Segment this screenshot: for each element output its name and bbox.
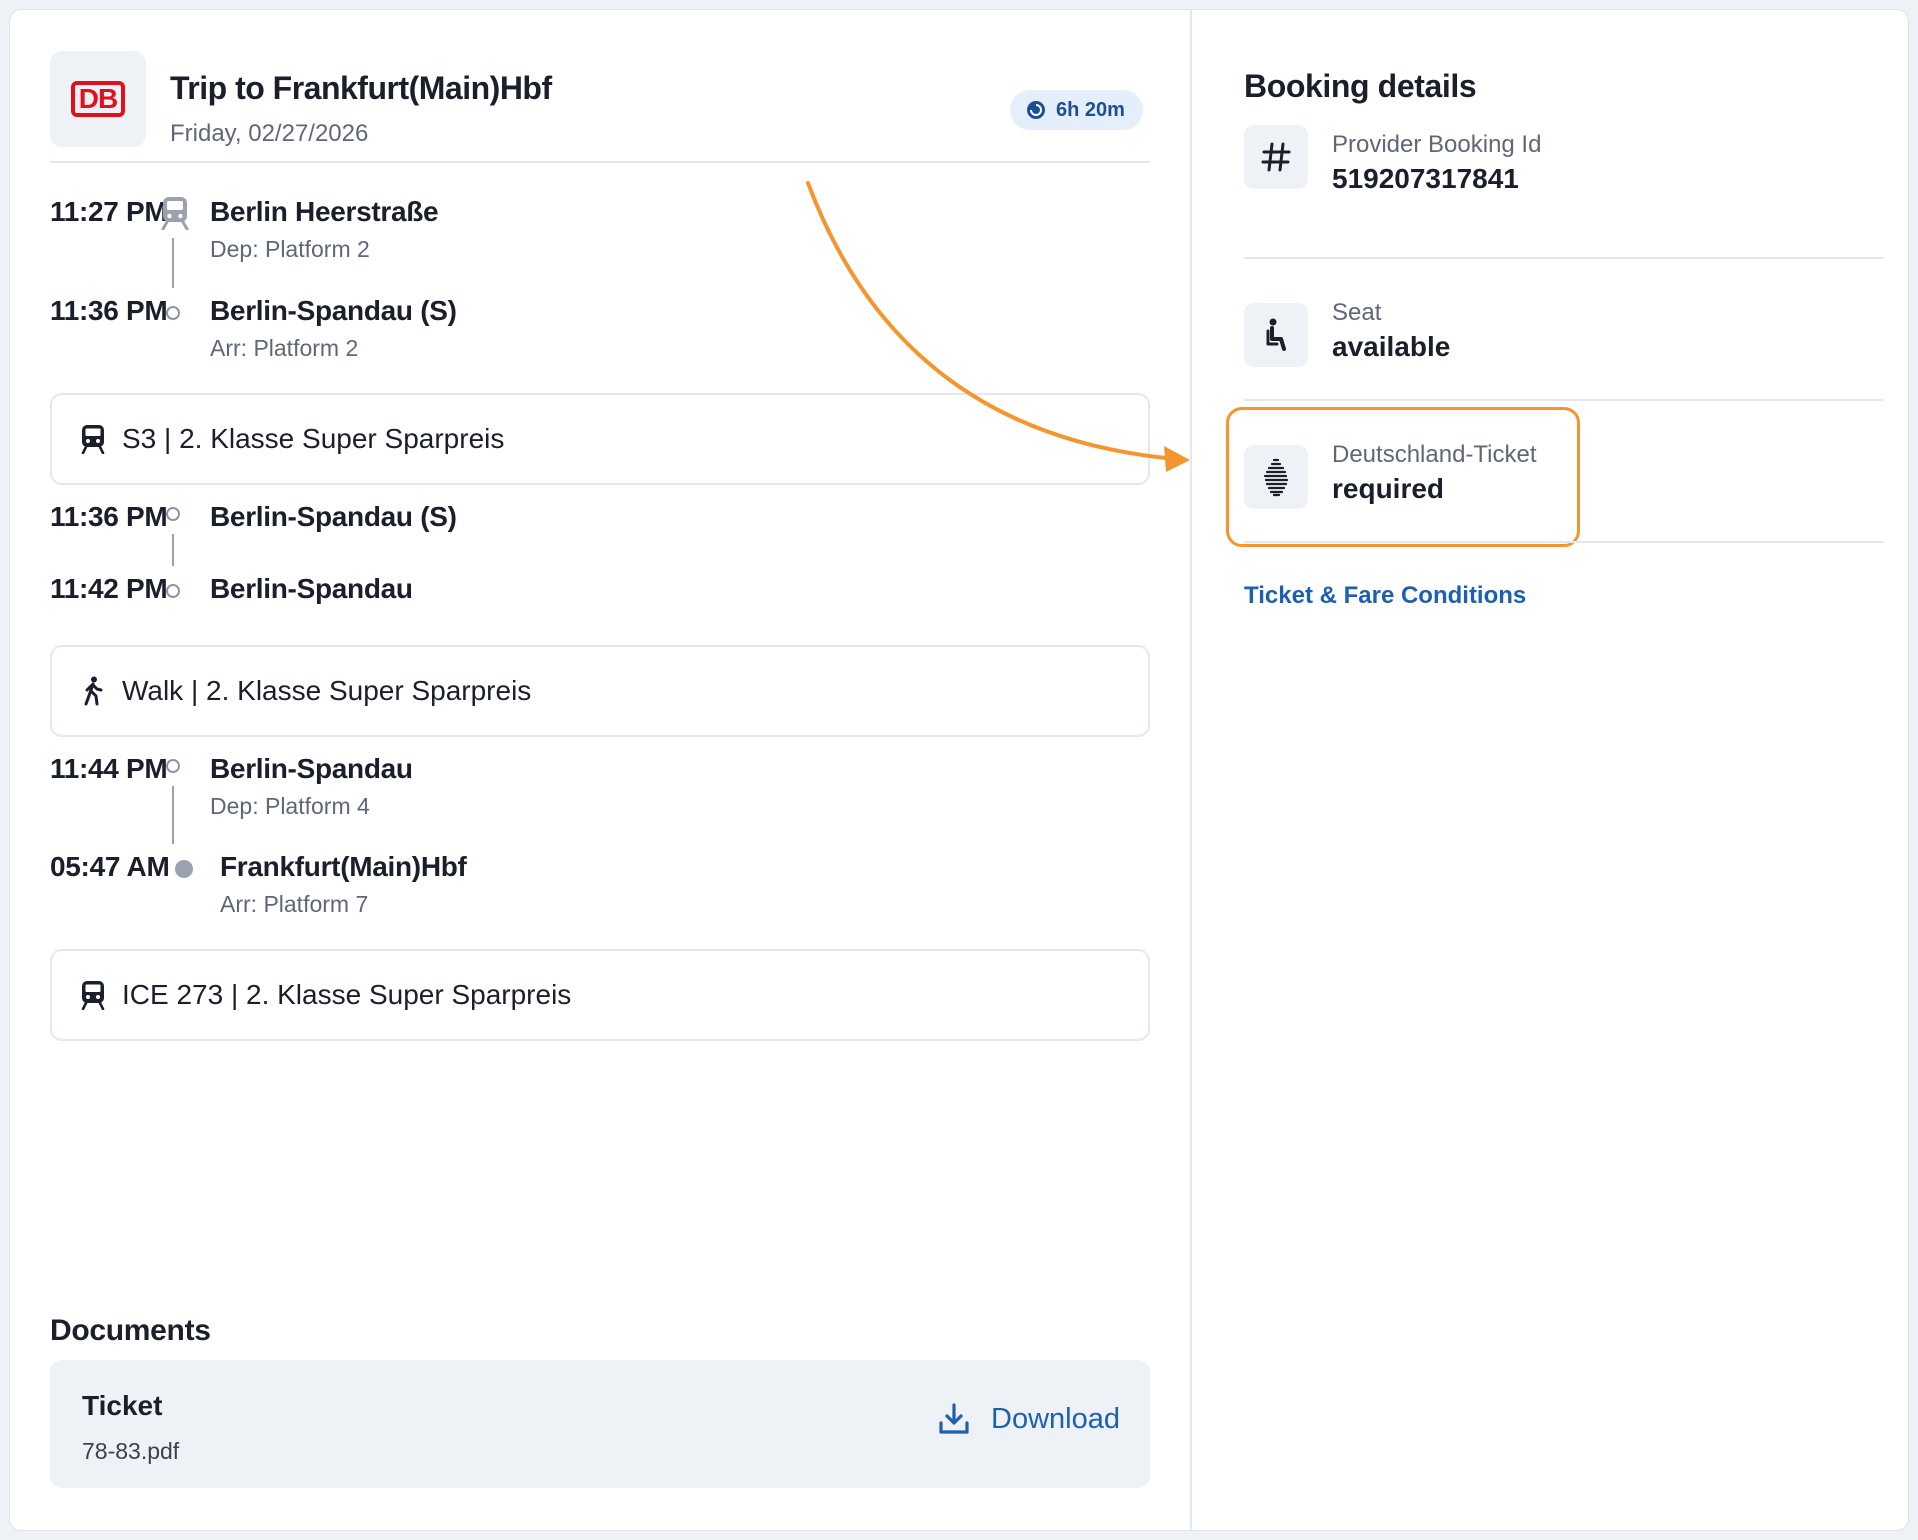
duration-badge: 6h 20m xyxy=(1010,90,1143,130)
documents-heading: Documents xyxy=(50,1314,211,1347)
leg1-arr-time: 11:36 PM xyxy=(50,295,168,326)
leg3-dep-time: 11:44 PM xyxy=(50,753,168,784)
segment-label: S3 | 2. Klasse Super Sparpreis xyxy=(122,423,505,454)
download-label: Download xyxy=(991,1402,1120,1435)
deutschland-ticket-value: required xyxy=(1332,473,1445,504)
germany-stripes-glyph xyxy=(1263,458,1289,497)
trip-title: Trip to Frankfurt(Main)Hbf xyxy=(170,70,552,106)
db-logo: DB xyxy=(50,51,146,147)
leg3-arr-platform: Arr: Platform 7 xyxy=(220,891,369,917)
clock-icon xyxy=(1027,101,1045,119)
train-icon xyxy=(161,197,189,230)
booking-id-value: 519207317841 xyxy=(1332,163,1519,194)
hash-icon xyxy=(1244,125,1308,189)
booking-divider xyxy=(1244,257,1884,259)
germany-map-icon xyxy=(1244,445,1308,509)
header-divider xyxy=(50,161,1150,163)
booking-divider xyxy=(1244,541,1884,543)
leg3-dep-platform: Dep: Platform 4 xyxy=(210,793,370,819)
fare-conditions-link[interactable]: Ticket & Fare Conditions xyxy=(1244,582,1526,610)
booking-divider xyxy=(1244,399,1884,401)
segment-walk: Walk | 2. Klasse Super Sparpreis xyxy=(50,645,1150,737)
itinerary-panel: DB Trip to Frankfurt(Main)Hbf Friday, 02… xyxy=(10,10,1190,1530)
leg2-arr-time: 11:42 PM xyxy=(50,573,168,604)
download-button[interactable]: Download xyxy=(937,1402,1120,1436)
leg3-arr-station: Frankfurt(Main)Hbf xyxy=(220,851,467,882)
leg1-arr-platform: Arr: Platform 2 xyxy=(210,335,359,361)
booking-details-heading: Booking details xyxy=(1244,68,1477,104)
trip-date: Friday, 02/27/2026 xyxy=(170,120,369,147)
seat-glyph xyxy=(1266,318,1286,351)
document-filename: 78-83.pdf xyxy=(82,1438,180,1464)
segment-s3: S3 | 2. Klasse Super Sparpreis xyxy=(50,393,1150,485)
timeline-stop-node xyxy=(166,306,180,320)
booking-details-panel: Booking details Provider Booking Id 5192… xyxy=(1190,10,1908,1530)
walking-person-icon xyxy=(84,676,103,706)
deutschland-ticket-label: Deutschland-Ticket xyxy=(1332,441,1537,468)
timeline-line xyxy=(172,534,174,566)
leg1-dep-time: 11:27 PM xyxy=(50,196,168,227)
leg2-dep-station: Berlin-Spandau (S) xyxy=(210,501,457,532)
seat-value: available xyxy=(1332,331,1451,362)
document-name: Ticket xyxy=(82,1390,163,1421)
leg1-arr-station: Berlin-Spandau (S) xyxy=(210,295,457,326)
seat-label: Seat xyxy=(1332,299,1382,326)
leg2-arr-station: Berlin-Spandau xyxy=(210,573,413,604)
leg3-dep-station: Berlin-Spandau xyxy=(210,753,413,784)
seat-icon xyxy=(1244,303,1308,367)
segment-label: Walk | 2. Klasse Super Sparpreis xyxy=(122,675,532,706)
timeline-line xyxy=(172,786,174,844)
leg2-dep-time: 11:36 PM xyxy=(50,501,168,532)
timeline-destination-node xyxy=(175,860,193,878)
segment-label: ICE 273 | 2. Klasse Super Sparpreis xyxy=(122,979,572,1010)
document-item: Ticket 78-83.pdf Download xyxy=(50,1360,1150,1488)
hash-glyph xyxy=(1261,142,1291,172)
leg1-dep-station: Berlin Heerstraße xyxy=(210,196,439,227)
timeline-stop-node xyxy=(166,759,180,773)
db-logo-mark: DB xyxy=(71,81,125,117)
leg3-arr-time: 05:47 AM xyxy=(50,851,170,882)
trip-detail-card: DB Trip to Frankfurt(Main)Hbf Friday, 02… xyxy=(9,9,1909,1531)
timeline-stop-node xyxy=(166,584,180,598)
train-icon xyxy=(81,425,105,454)
duration-text: 6h 20m xyxy=(1056,98,1125,121)
segment-ice-273: ICE 273 | 2. Klasse Super Sparpreis xyxy=(50,949,1150,1041)
train-icon xyxy=(81,981,105,1010)
timeline-line xyxy=(172,238,174,288)
booking-id-label: Provider Booking Id xyxy=(1332,131,1542,158)
timeline-stop-node xyxy=(166,507,180,521)
leg1-dep-platform: Dep: Platform 2 xyxy=(210,236,370,262)
download-icon xyxy=(939,1403,969,1434)
